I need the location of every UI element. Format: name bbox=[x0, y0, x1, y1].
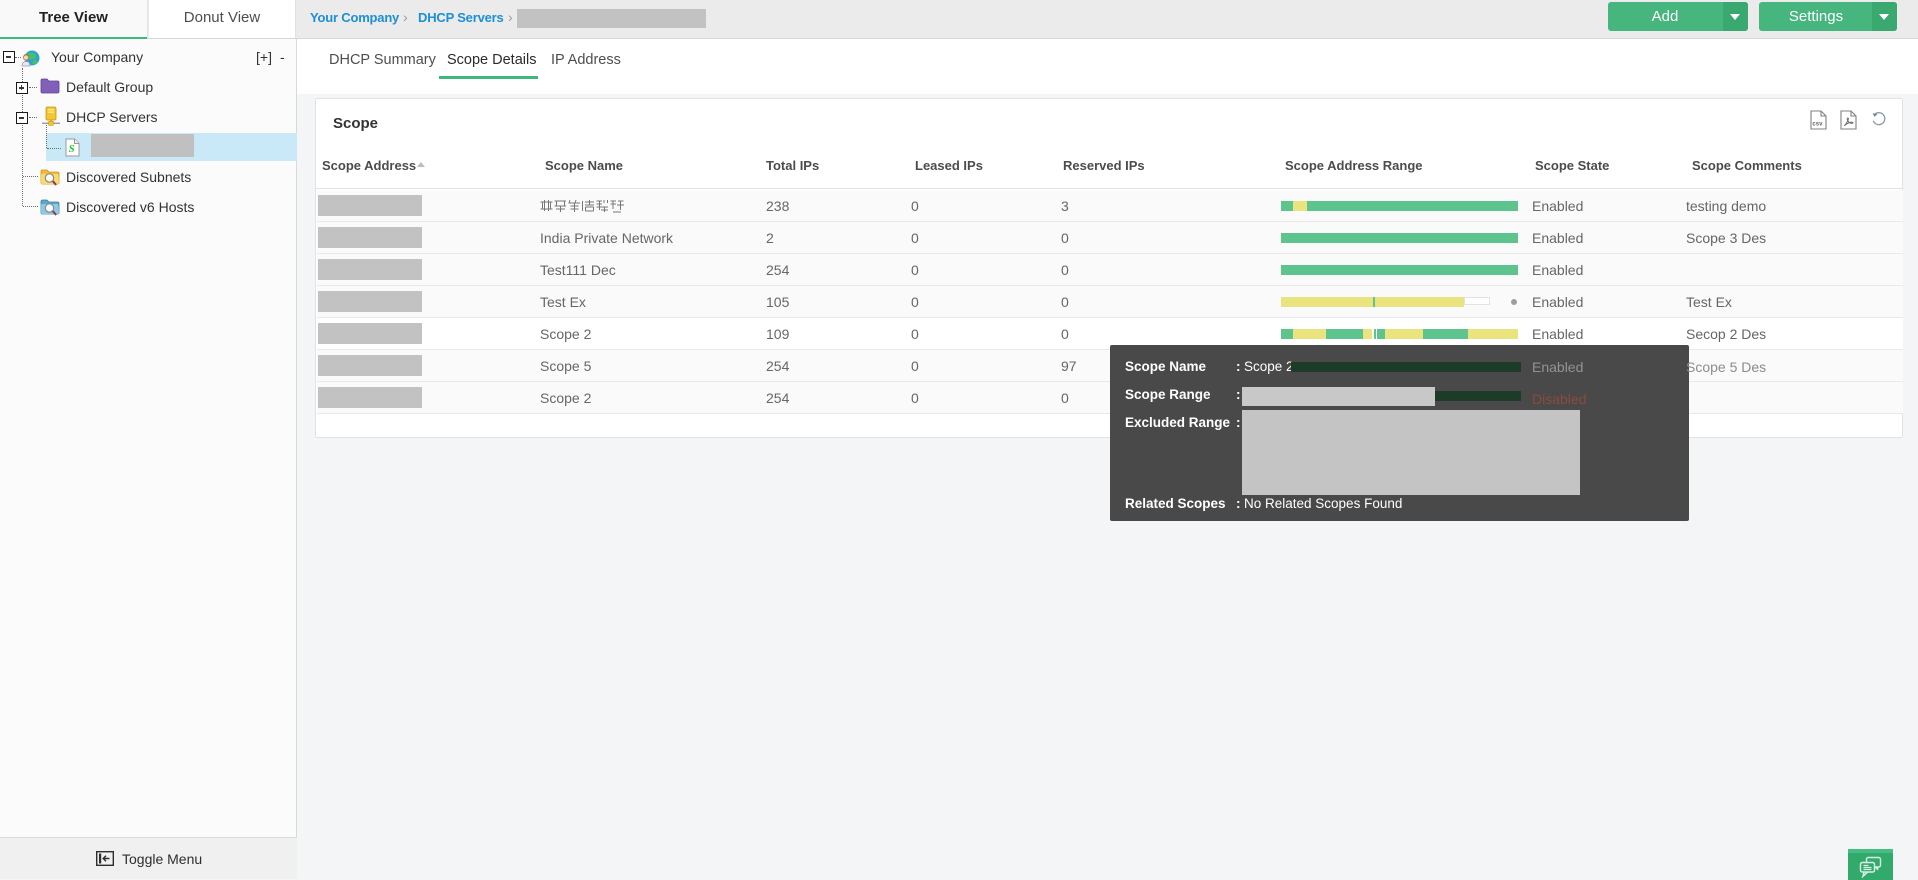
svg-text:csv: csv bbox=[1812, 122, 1823, 128]
svg-text:S: S bbox=[69, 143, 75, 155]
